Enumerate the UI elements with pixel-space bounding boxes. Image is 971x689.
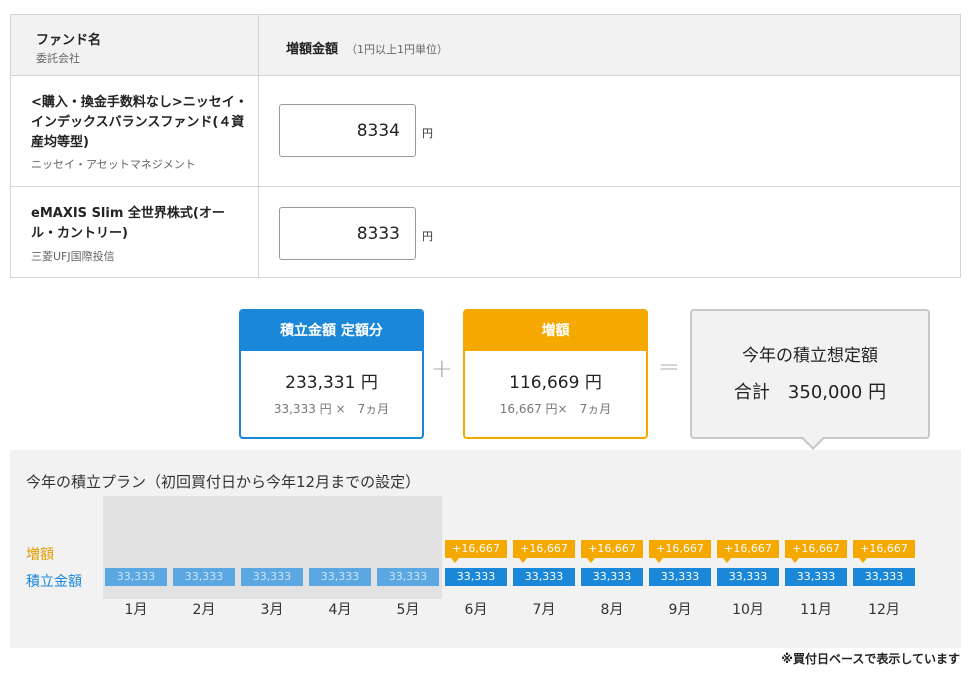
regular-amount-title: 積立金額 定額分 [241,311,422,351]
month-label: 12月 [868,602,900,618]
column-divider [258,15,259,75]
regular-amount-bar: 33,333 [445,568,507,586]
table-header: ファンド名 委託会社 増額金額 （1円以上1円単位） [11,15,960,76]
regular-amount-bar: 33,333 [649,568,711,586]
month-label: 10月 [732,602,764,618]
yen-unit: 円 [422,127,433,140]
total-box-pointer-inner [802,436,824,447]
increase-tag: +16,667 [513,540,575,563]
yen-unit: 円 [422,230,433,243]
increase-amount-box: 増額 116,669 円 16,667 円× 7ヵ月 [463,309,648,439]
equals-sign: = [658,352,680,382]
month-label: 5月 [396,602,420,618]
month-label: 7月 [532,602,556,618]
regular-amount-bar: 33,333 [785,568,847,586]
month-label: 11月 [800,602,832,618]
month-label: 8月 [600,602,624,618]
increase-tag: +16,667 [581,540,643,563]
regular-amount-bar: 33,333 [241,568,303,586]
header-company: 委託会社 [36,52,80,65]
increase-tag: +16,667 [649,540,711,563]
regular-amount-bar: 33,333 [377,568,439,586]
regular-amount-bar: 33,333 [173,568,235,586]
month-label: 2月 [192,602,216,618]
footnote: ※買付日ベースで表示しています [781,652,960,666]
header-amount-label: 増額金額 [286,42,339,57]
regular-amount-bar: 33,333 [717,568,779,586]
regular-amount-bar: 33,333 [513,568,575,586]
table-row: <購入・換金手数料なし>ニッセイ・インデックスバランスファンド(４資産均等型) … [11,76,960,187]
month-label: 6月 [464,602,488,618]
month-label: 9月 [668,602,692,618]
regular-amount-box: 積立金額 定額分 233,331 円 33,333 円 × 7ヵ月 [239,309,424,439]
regular-amount-bar: 33,333 [309,568,371,586]
header-amount-note: （1円以上1円単位） [346,43,449,56]
fund-name: <購入・換金手数料なし>ニッセイ・インデックスバランスファンド(４資産均等型) [31,95,248,150]
increase-tag: +16,667 [785,540,847,563]
total-amount-label: 今年の積立想定額 [742,346,878,366]
plan-title: 今年の積立プラン（初回買付日から今年12月までの設定） [26,473,421,491]
fund-name: eMAXIS Slim 全世界株式(オール・カントリー) [31,206,225,241]
total-amount-value: 合計 350,000 円 [733,382,887,403]
increase-amount-detail: 16,667 円× 7ヵ月 [499,402,612,416]
plus-sign: + [431,354,453,384]
plan-panel: 今年の積立プラン（初回買付日から今年12月までの設定） 増額 積立金額 33,3… [10,450,961,648]
fund-table: ファンド名 委託会社 増額金額 （1円以上1円単位） <購入・換金手数料なし>ニッ… [10,14,961,278]
regular-amount-bar: 33,333 [105,568,167,586]
month-label: 3月 [260,602,284,618]
month-label: 4月 [328,602,352,618]
regular-amount-value: 233,331 円 [285,373,378,393]
header-fund-name: ファンド名 [36,33,102,48]
fund-company: ニッセイ・アセットマネジメント [31,158,196,171]
increase-tag: +16,667 [853,540,915,563]
legend-increase: 増額 [26,547,54,563]
column-divider [258,76,259,186]
column-divider [258,187,259,278]
increase-amount-input[interactable] [279,104,416,157]
header-amount: 増額金額 （1円以上1円単位） [286,38,448,57]
increase-tag: +16,667 [445,540,507,563]
month-label: 1月 [124,602,148,618]
increase-amount-title: 増額 [465,311,646,351]
total-amount-box: 今年の積立想定額 合計 350,000 円 [690,309,930,439]
fund-company: 三菱UFJ国際投信 [31,250,115,263]
regular-amount-bar: 33,333 [853,568,915,586]
increase-amount-input[interactable] [279,207,416,260]
increase-amount-value: 116,669 円 [509,373,602,393]
regular-amount-bar: 33,333 [581,568,643,586]
table-row: eMAXIS Slim 全世界株式(オール・カントリー) 三菱UFJ国際投信 円 [11,187,960,278]
increase-tag: +16,667 [717,540,779,563]
regular-amount-detail: 33,333 円 × 7ヵ月 [273,402,390,416]
legend-regular: 積立金額 [26,574,82,590]
